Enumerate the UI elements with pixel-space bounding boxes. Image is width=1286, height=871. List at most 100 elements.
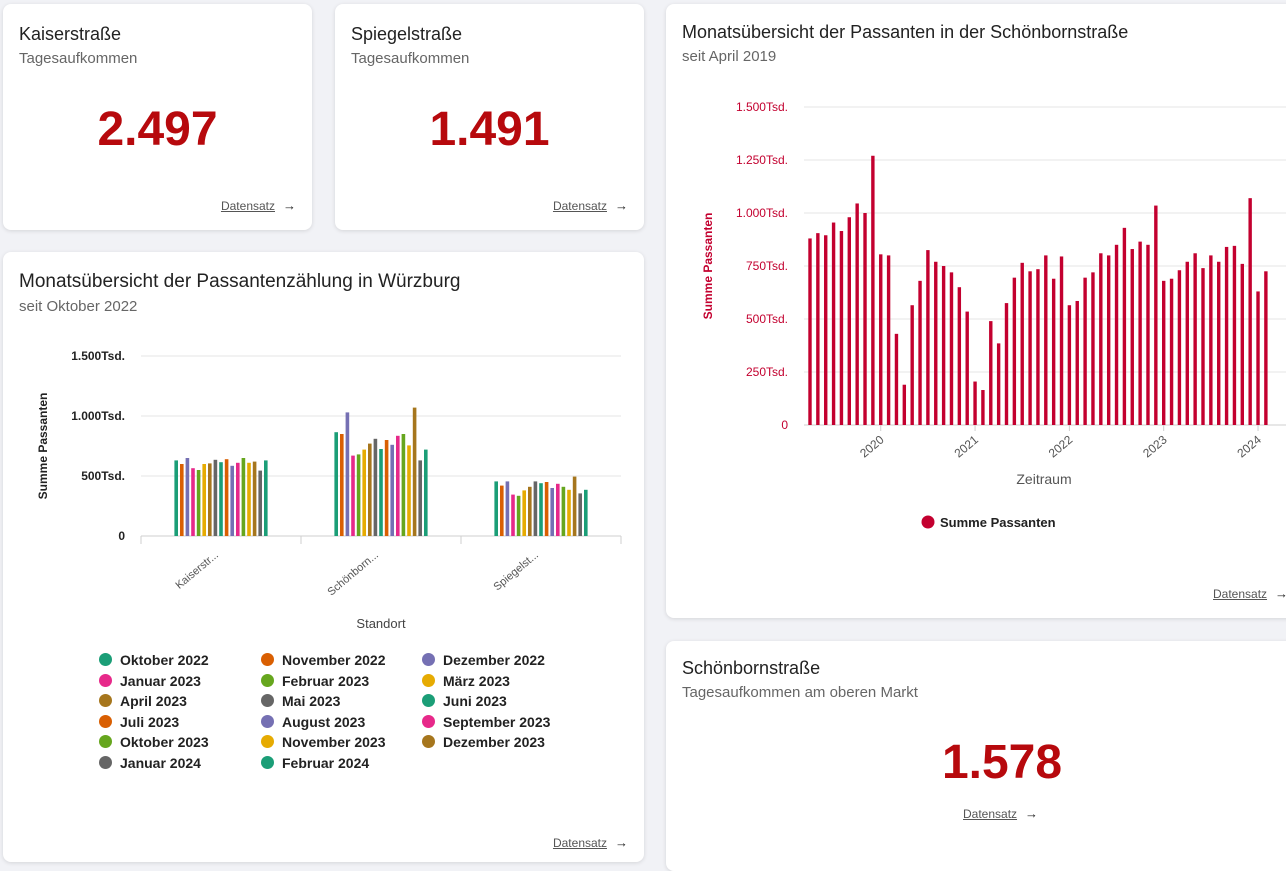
bar: [213, 459, 218, 536]
bar: [1154, 205, 1158, 425]
card-title: Kaiserstraße: [19, 24, 122, 44]
bar: [185, 458, 190, 536]
legend-item[interactable]: Januar 2024: [99, 755, 201, 771]
legend-label: Februar 2023: [282, 672, 370, 689]
bar: [236, 462, 240, 536]
legend-swatch: [422, 694, 435, 708]
bar: [1099, 253, 1103, 425]
bar: [871, 155, 875, 425]
bar: [202, 464, 206, 536]
bar: [1083, 277, 1087, 425]
legend-item[interactable]: November 2022: [261, 652, 386, 668]
card-subtitle: Tagesaufkommen: [351, 50, 470, 67]
bar: [379, 449, 383, 536]
y-tick-label: 1.500Tsd.: [71, 349, 125, 363]
bar: [1044, 255, 1048, 425]
bar: [1012, 277, 1017, 425]
dataset-link[interactable]: Datensatz →: [1213, 586, 1286, 601]
bar: [934, 261, 938, 425]
dataset-link[interactable]: Datensatz →: [553, 835, 628, 850]
legend-label: Februar 2024: [282, 755, 370, 771]
bar: [1248, 198, 1252, 425]
bar: [957, 287, 962, 425]
legend-label: Januar 2024: [120, 755, 201, 771]
legend-item[interactable]: Oktober 2023: [99, 734, 209, 750]
bar: [174, 460, 178, 536]
x-tick-label: 2022: [1046, 432, 1076, 460]
legend-swatch: [261, 673, 274, 687]
bar: [808, 238, 812, 425]
x-tick-label: 2023: [1140, 432, 1170, 460]
chart-subtitle: seit April 2019: [682, 48, 777, 65]
bar: [384, 440, 389, 536]
monthly-bar-chart: 0 250Tsd. 500Tsd. 750Tsd. 1.000Tsd. 1.250Tsd.…: [701, 100, 1286, 530]
bar: [264, 460, 268, 536]
bar: [362, 449, 366, 536]
legend-label: Summe Passanten: [940, 515, 1056, 530]
bar: [544, 482, 549, 536]
legend-swatch: [422, 673, 435, 687]
bar: [191, 468, 195, 536]
bar: [831, 222, 836, 425]
legend-item[interactable]: Juli 2023: [99, 714, 179, 730]
bar: [505, 481, 510, 536]
legend-item[interactable]: April 2023: [99, 693, 187, 709]
bar: [918, 280, 922, 425]
bar: [219, 462, 223, 536]
legend-item[interactable]: November 2023: [261, 734, 386, 750]
bar: [1051, 278, 1056, 425]
dataset-link-label: Datensatz: [963, 807, 1018, 821]
y-tick-label: 0: [118, 529, 125, 543]
bar: [500, 485, 504, 536]
legend-item[interactable]: Januar 2023: [99, 673, 201, 689]
x-tick-label: 2024: [1234, 432, 1264, 460]
legend-item[interactable]: September 2023: [422, 714, 550, 730]
legend-item[interactable]: Oktober 2022: [99, 652, 209, 668]
bar: [407, 445, 411, 536]
chart-card-schoenbornstrasse: Monatsübersicht der Passanten in der Sch…: [666, 4, 1286, 618]
legend-swatch: [921, 515, 935, 529]
legend-item[interactable]: August 2023: [261, 714, 365, 730]
bar: [1264, 271, 1268, 425]
bar: [965, 311, 969, 425]
bar: [522, 490, 526, 536]
bar: [356, 454, 361, 536]
legend-item[interactable]: Mai 2023: [261, 693, 340, 709]
bar: [180, 464, 184, 536]
bar: [396, 435, 400, 536]
legend-item[interactable]: Februar 2024: [261, 755, 369, 771]
kpi-card-schoenbornstrasse: Schönbornstraße Tagesaufkommen am oberen…: [666, 641, 1286, 871]
legend-item[interactable]: März 2023: [422, 673, 510, 689]
x-tick-label: Kaiserstr...: [173, 549, 221, 592]
kpi-value: 1.491: [429, 103, 550, 156]
legend-item[interactable]: Februar 2023: [261, 673, 369, 689]
bar: [996, 343, 1001, 425]
bar: [1146, 244, 1150, 425]
arrow-right-icon: →: [1025, 806, 1039, 821]
x-axis-title: Standort: [356, 616, 406, 631]
y-tick-label: 750Tsd.: [746, 259, 788, 273]
legend-label: Mai 2023: [282, 693, 341, 710]
legend-item[interactable]: Dezember 2022: [422, 652, 545, 668]
legend-item[interactable]: Dezember 2023: [422, 734, 545, 750]
bar: [886, 255, 891, 425]
kpi-card-kaiserstrasse: Kaiserstraße Tagesaufkommen 2.497 Datens…: [3, 4, 312, 230]
dataset-link[interactable]: Datensatz →: [963, 806, 1038, 821]
dataset-link[interactable]: Datensatz →: [221, 198, 296, 213]
legend-item[interactable]: Juni 2023: [422, 693, 507, 709]
y-tick-label: 1.000Tsd.: [736, 206, 788, 220]
bar: [1114, 244, 1119, 425]
bar: [511, 494, 515, 536]
dataset-link[interactable]: Datensatz →: [553, 198, 628, 213]
x-tick-label: 2021: [952, 432, 982, 460]
card-title: Schönbornstraße: [682, 658, 821, 678]
legend-swatch: [261, 694, 274, 708]
arrow-right-icon: →: [615, 198, 628, 213]
bar: [424, 449, 428, 536]
dataset-link-label: Datensatz: [220, 199, 275, 213]
y-tick-label: 1.500Tsd.: [736, 100, 788, 114]
bar: [1232, 245, 1237, 425]
y-tick-label: 250Tsd.: [746, 365, 788, 379]
legend-swatch: [99, 714, 112, 728]
legend-label: Dezember 2023: [443, 734, 545, 751]
